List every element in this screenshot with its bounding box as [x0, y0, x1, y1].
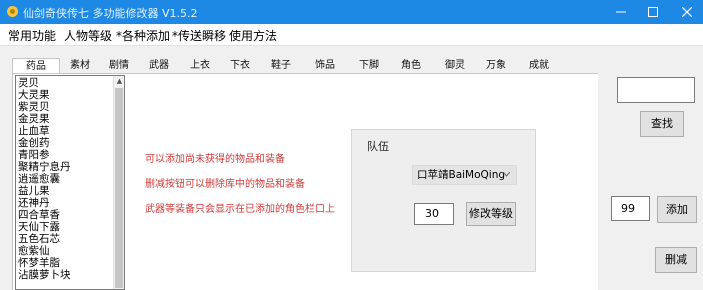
list-item[interactable]: 逍遥愈囊 [18, 174, 60, 185]
title-bar: 仙剑奇侠传七 多功能修改器 V1.5.2 [0, 0, 703, 24]
menu-common[interactable]: 常用功能 [8, 27, 56, 44]
team-group: 队伍 口苹靖BaiMoQing 30 修改等级 [351, 129, 536, 272]
minimize-button[interactable] [606, 0, 636, 24]
tab-characters[interactable]: 角色 [394, 58, 428, 73]
menu-bar: 常用功能 人物等级 *各种添加 *传送瞬移 使用方法 [0, 24, 703, 46]
minimize-icon [616, 11, 626, 13]
tab-medicine[interactable]: 药品 [12, 58, 60, 73]
tab-spirits[interactable]: 御灵 [436, 58, 474, 73]
list-item[interactable]: 大灵果 [18, 90, 50, 101]
list-item[interactable]: 金创药 [18, 138, 50, 149]
maximize-button[interactable] [638, 0, 668, 24]
menu-character-level[interactable]: 人物等级 [64, 27, 112, 44]
tab-achievements[interactable]: 成就 [520, 58, 558, 73]
search-button[interactable]: 查找 [640, 111, 684, 137]
level-input[interactable]: 30 [414, 203, 454, 225]
list-item[interactable]: 怀梦羊脂 [18, 258, 60, 269]
list-item[interactable]: 紫灵贝 [18, 102, 50, 113]
list-item[interactable]: 四合草香 [18, 210, 60, 221]
item-list[interactable]: 灵贝 大灵果 紫灵贝 金灵果 止血草 金创药 青阳参 聚精宁息丹 逍遥愈囊 益儿… [15, 75, 125, 290]
tab-feet[interactable]: 下脚 [352, 58, 386, 73]
list-item[interactable]: 益儿果 [18, 186, 50, 197]
modify-level-button[interactable]: 修改等级 [466, 202, 516, 226]
scroll-up-arrow-icon[interactable]: ▲ [114, 76, 124, 87]
list-item[interactable]: 愈紫仙 [18, 246, 50, 257]
list-item[interactable]: 天仙下露 [18, 222, 60, 233]
window-title: 仙剑奇侠传七 多功能修改器 V1.5.2 [23, 7, 198, 20]
close-button[interactable] [672, 0, 702, 24]
tab-story[interactable]: 剧情 [104, 58, 134, 73]
team-group-title: 队伍 [367, 140, 389, 153]
list-item[interactable]: 青阳参 [18, 150, 50, 161]
tab-shoes[interactable]: 鞋子 [264, 58, 298, 73]
add-button[interactable]: 添加 [657, 196, 697, 223]
tab-weapons[interactable]: 武器 [142, 58, 176, 73]
info-text-delete: 删减按钮可以删除库中的物品和装备 [145, 179, 305, 190]
chevron-down-icon [503, 172, 510, 177]
list-item[interactable]: 灵贝 [18, 78, 39, 89]
maximize-icon [648, 7, 658, 17]
list-scrollbar[interactable]: ▲ [113, 76, 124, 289]
list-item[interactable]: 金灵果 [18, 114, 50, 125]
list-item[interactable]: 聚精宁息丹 [18, 162, 71, 173]
list-item[interactable]: 沾膜萝卜块 [18, 270, 71, 281]
team-member-select[interactable]: 口苹靖BaiMoQing [412, 165, 517, 185]
scroll-thumb[interactable] [115, 88, 123, 288]
delete-button[interactable]: 删减 [655, 247, 697, 273]
list-item[interactable]: 止血草 [18, 126, 50, 137]
tab-wanxiang[interactable]: 万象 [478, 58, 514, 73]
close-icon [682, 7, 692, 17]
team-member-value: 口苹靖BaiMoQing [417, 169, 506, 181]
tab-tops[interactable]: 上衣 [184, 58, 216, 73]
info-text-equipment: 武器等装备只会显示在已添加的角色栏口上 [145, 204, 335, 215]
menu-usage[interactable]: 使用方法 [229, 27, 277, 44]
list-item[interactable]: 五色石芯 [18, 234, 60, 245]
menu-add-items[interactable]: *各种添加 [116, 27, 170, 44]
tab-materials[interactable]: 素材 [62, 58, 98, 73]
info-text-add: 可以添加尚未获得的物品和装备 [145, 154, 285, 165]
tab-bottoms[interactable]: 下衣 [224, 58, 256, 73]
quantity-input[interactable]: 99 [611, 196, 650, 221]
app-icon [7, 6, 18, 17]
tab-accessories[interactable]: 饰品 [306, 58, 344, 73]
search-input[interactable] [617, 77, 695, 103]
menu-teleport[interactable]: *传送瞬移 [172, 27, 226, 44]
list-item[interactable]: 还神丹 [18, 198, 50, 209]
